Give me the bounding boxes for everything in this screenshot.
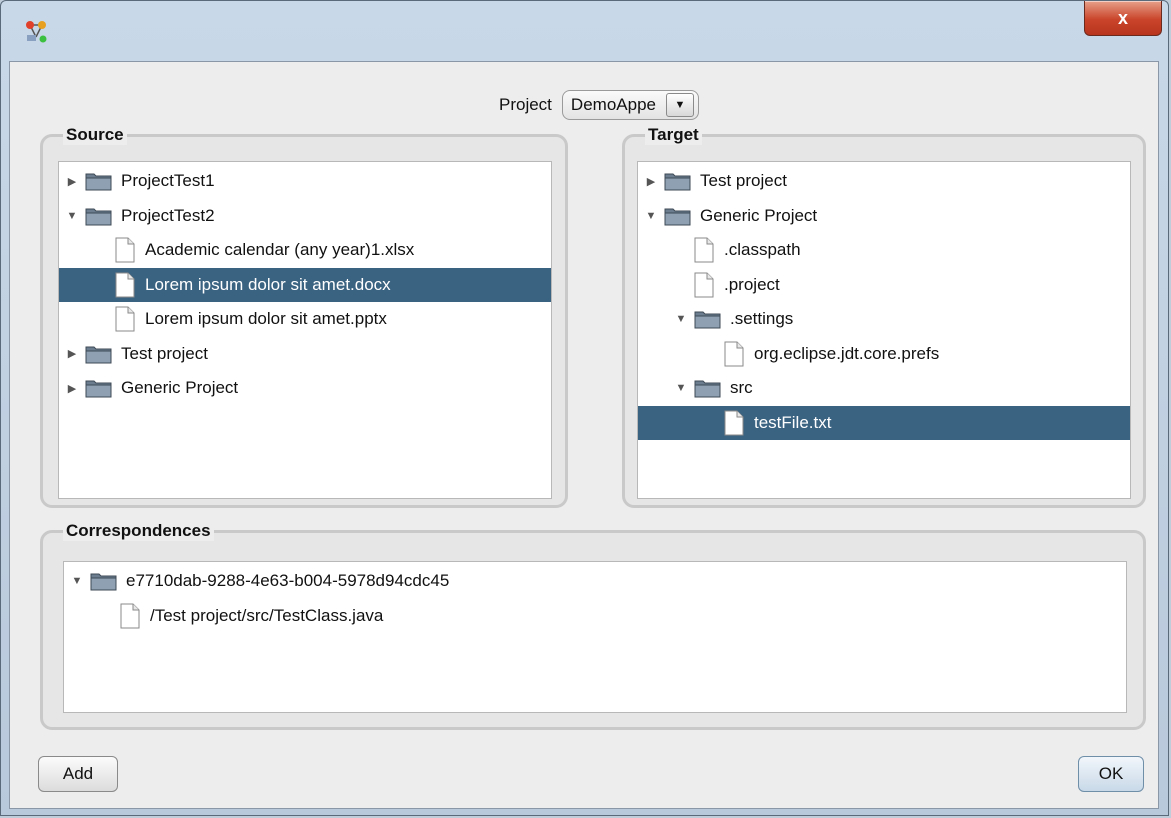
tree-node-label: Lorem ipsum dolor sit amet.pptx (145, 309, 387, 328)
ok-button[interactable]: OK (1078, 756, 1144, 792)
expanded-arrow-icon[interactable]: ▼ (65, 210, 79, 222)
tree-node[interactable]: Lorem ipsum dolor sit amet.docx (59, 267, 551, 302)
tree-node[interactable]: ▼ .settings (638, 302, 1130, 336)
tree-node-label: org.eclipse.jdt.core.prefs (754, 343, 940, 363)
project-combobox-value: DemoAppe (570, 95, 656, 114)
tree-node-label: Test project (121, 343, 208, 363)
collapsed-arrow-icon[interactable]: ▶ (65, 347, 79, 360)
expanded-arrow-icon[interactable]: ▼ (70, 575, 84, 587)
tree-node-label: e7710dab-9288-4e63-b004-5978d94cdc45 (126, 571, 450, 590)
expanded-arrow-icon[interactable]: ▼ (674, 382, 688, 394)
tree-node-label: .project (724, 274, 780, 294)
folder-icon (694, 309, 722, 329)
tree-node[interactable]: org.eclipse.jdt.core.prefs (638, 337, 1130, 371)
folder-icon (85, 171, 113, 191)
tree-node-label: /Test project/src/TestClass.java (150, 605, 384, 625)
app-icon (26, 21, 47, 43)
folder-icon (85, 378, 113, 398)
expanded-arrow-icon[interactable]: ▼ (674, 313, 688, 325)
source-panel: Source ▶ ProjectTest1 ▼ ProjectTest2 Academi… (40, 125, 568, 508)
close-button[interactable]: x (1084, 1, 1162, 36)
folder-icon (90, 571, 118, 591)
project-label: Project (499, 95, 552, 114)
correspondences-panel: Correspondences ▼ e7710dab-9288-4e63-b004… (40, 521, 1146, 730)
tree-node[interactable]: .project (638, 268, 1130, 302)
tree-node[interactable]: ▶ Test project (638, 164, 1130, 198)
tree-node[interactable]: testFile.txt (638, 405, 1130, 440)
tree-node-label: .settings (730, 309, 794, 328)
collapsed-arrow-icon[interactable]: ▶ (65, 382, 79, 395)
folder-icon (694, 378, 722, 398)
tree-node-label: Academic calendar (any year)1.xlsx (145, 240, 415, 259)
file-icon (120, 603, 140, 629)
tree-node[interactable]: ▼ ProjectTest2 (59, 199, 551, 233)
tree-node-label: src (730, 378, 753, 397)
tree-node[interactable]: ▶ Test project (59, 337, 551, 371)
tree-node[interactable]: ▼ Generic Project (638, 199, 1130, 233)
collapsed-arrow-icon[interactable]: ▶ (644, 175, 658, 188)
folder-icon (664, 171, 692, 191)
folder-icon (85, 344, 113, 364)
file-icon (724, 341, 744, 367)
file-icon (115, 306, 135, 332)
file-icon (724, 410, 744, 436)
tree-node[interactable]: Lorem ipsum dolor sit amet.pptx (59, 302, 551, 336)
tree-node-label: testFile.txt (754, 412, 832, 432)
tree-node-label: Generic Project (121, 378, 239, 397)
source-tree[interactable]: ▶ ProjectTest1 ▼ ProjectTest2 Academic calen… (58, 161, 552, 499)
tree-node-label: Generic Project (700, 205, 818, 225)
dialog-client-area: Project DemoAppe ▼ Source ▶ ProjectTest1 ▼… (9, 61, 1159, 809)
folder-icon (664, 206, 692, 226)
tree-node[interactable]: .classpath (638, 233, 1130, 267)
dropdown-arrow-icon[interactable]: ▼ (665, 93, 694, 117)
target-title: Target (645, 125, 702, 145)
tree-node[interactable]: ▶ ProjectTest1 (59, 164, 551, 198)
file-icon (115, 237, 135, 263)
add-button[interactable]: Add (38, 756, 118, 792)
tree-node[interactable]: Academic calendar (any year)1.xlsx (59, 233, 551, 267)
expanded-arrow-icon[interactable]: ▼ (644, 210, 658, 222)
tree-node[interactable]: /Test project/src/TestClass.java (64, 599, 1126, 633)
file-icon (115, 272, 135, 298)
tree-node-label: ProjectTest2 (121, 205, 215, 225)
target-tree[interactable]: ▶ Test project ▼ Generic Project .classpath.… (637, 161, 1131, 499)
close-icon: x (1117, 7, 1128, 28)
project-selector-row: Project DemoAppe ▼ (10, 90, 1158, 120)
tree-node-label: Lorem ipsum dolor sit amet.docx (145, 274, 391, 294)
file-icon (694, 272, 714, 298)
dialog-window: x Project DemoAppe ▼ Source ▶ ProjectTest… (0, 0, 1169, 816)
file-icon (694, 237, 714, 263)
target-panel: Target ▶ Test project ▼ Generic Project .cla… (622, 125, 1146, 508)
tree-node[interactable]: ▼ e7710dab-9288-4e63-b004-5978d94cdc45 (64, 564, 1126, 598)
folder-icon (85, 206, 113, 226)
project-combobox[interactable]: DemoAppe ▼ (561, 90, 699, 120)
title-bar[interactable]: x (1, 1, 1168, 61)
correspondences-title: Correspondences (63, 521, 214, 541)
tree-node-label: Test project (700, 171, 787, 190)
tree-node[interactable]: ▶ Generic Project (59, 371, 551, 405)
tree-node[interactable]: ▼ src (638, 371, 1130, 405)
tree-node-label: ProjectTest1 (121, 171, 215, 190)
source-title: Source (63, 125, 127, 145)
tree-node-label: .classpath (724, 240, 801, 259)
collapsed-arrow-icon[interactable]: ▶ (65, 175, 79, 188)
correspondences-tree[interactable]: ▼ e7710dab-9288-4e63-b004-5978d94cdc45/Te… (63, 561, 1127, 713)
